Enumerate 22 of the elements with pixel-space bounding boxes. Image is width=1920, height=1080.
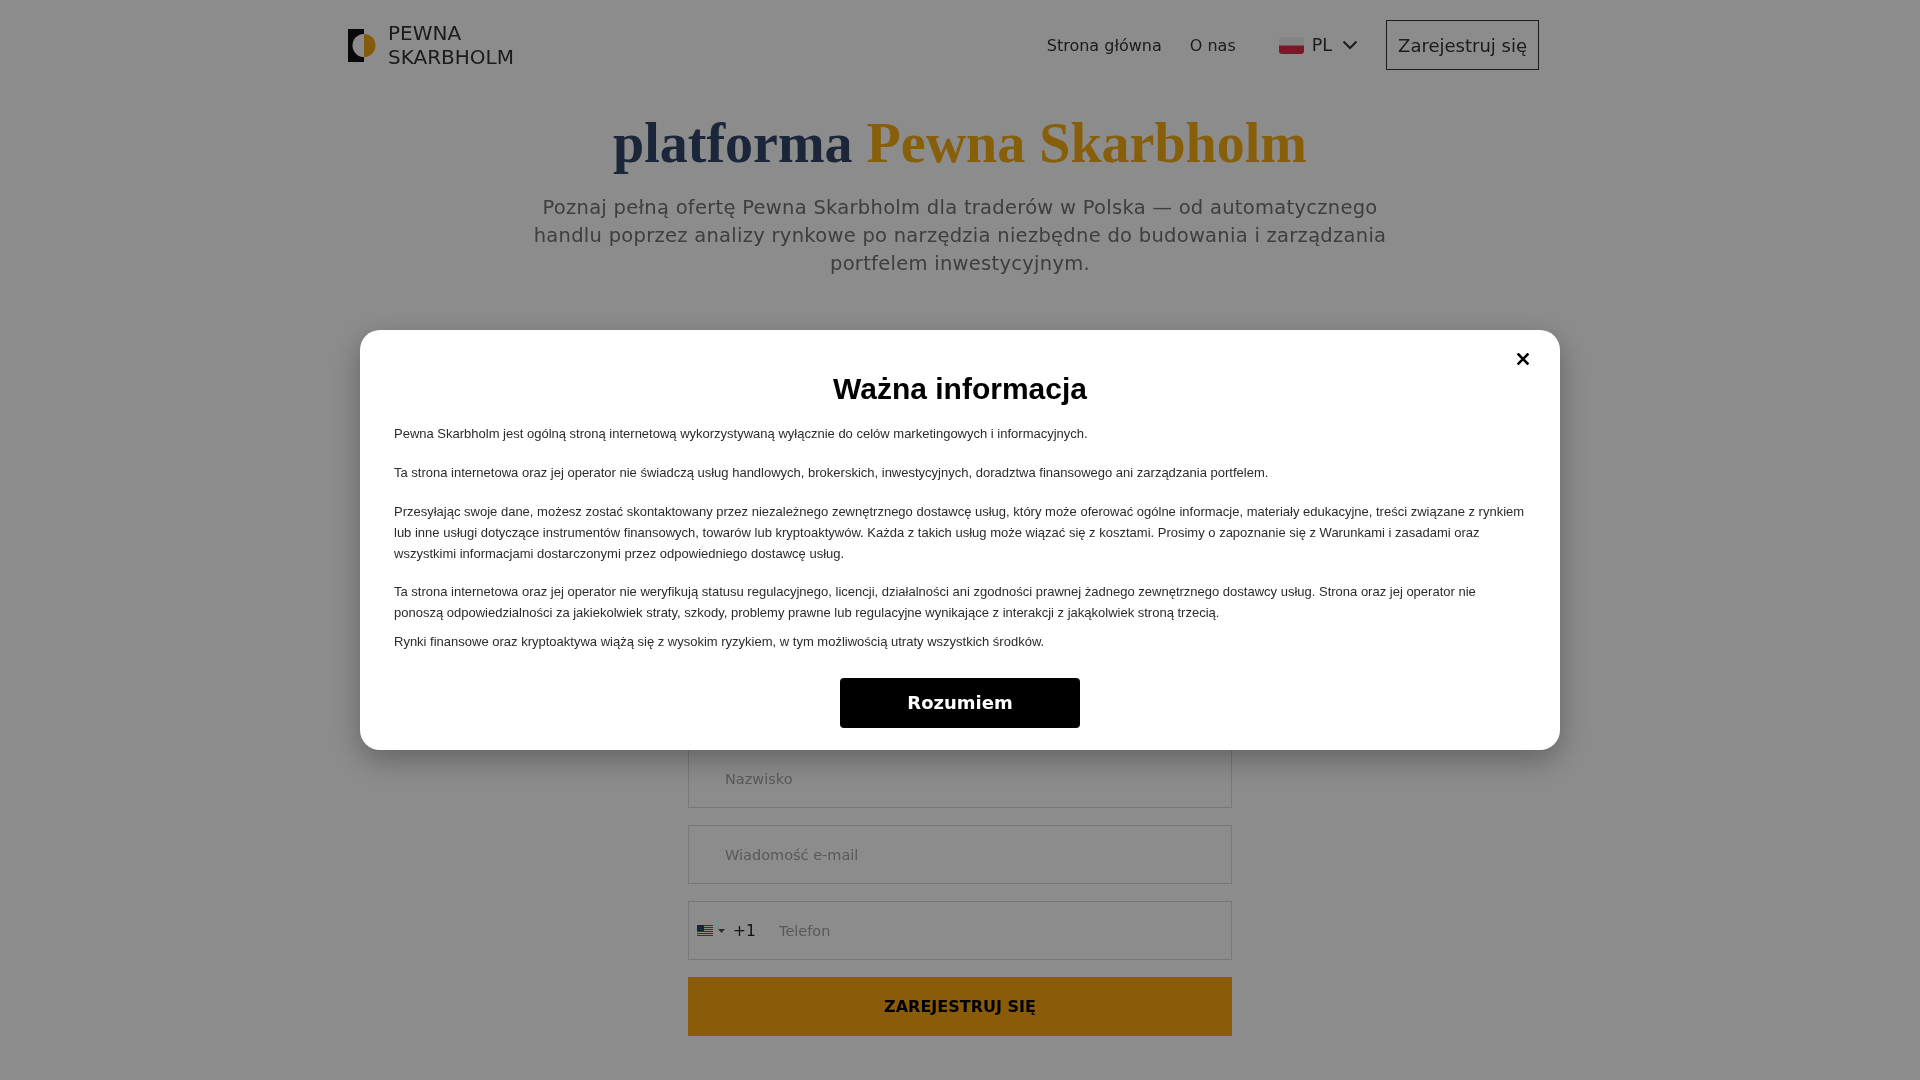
dialog-paragraph: Przesyłając swoje dane, możesz zostać skontaktowany przez niezależnego zewnętrznego dostawcę usług, który może oferować ogólne informacje, materiały edukacyjne, treści związane z rynkiem lub inne usługi dotyczące instrumentów finansowych, towarów lub kryptoaktywów. Każda z takich usług może wiązać się z kosztami. Prosimy o zapoznanie się z Warunkami i zasadami oraz wszystkimi informacjami dostarczonymi przez odpowiedniego dostawcę usług. <box>394 502 1526 563</box>
nav-link[interactable]: O nas <box>1189 35 1236 55</box>
nav-link[interactable]: Strona główna <box>1046 35 1162 55</box>
country-code-selector[interactable]: +1 <box>689 902 762 960</box>
dialog-paragraph: Ta strona internetowa oraz jej operator nie świadczą usług handlowych, brokerskich, inwestycyjnych, doradztwa finansowego ani zarządzania portfelem. <box>394 464 1270 483</box>
dialog-paragraph: Ta strona internetowa oraz jej operator nie weryfikują statusu regulacyjnego, licencji, działalności ani zgodności prawnej żadnego zewnętrznego dostawcy usług. Strona oraz jej operator nie ponoszą odpowiedzialności za jakiekolwiek straty, szkody, problemy prawne lub regulacyjne wynikające z interakcji z jakąkolwiek stroną trzecią. <box>394 583 1477 623</box>
hero-subtitle: Poznaj pełną ofertę Pewna Skarbholm dla traderów w Polska — od automatycznego handlu poprzez analizy rynkowe po narzędzia niezbędne do budowania i zarządzania portfelem inwestycyjnym. <box>532 195 1388 278</box>
dialog-paragraph: Pewna Skarbholm jest ogólną stroną internetową wykorzystywaną wyłącznie do celów marketingowych i informacyjnych. <box>394 425 1089 444</box>
confirm-button[interactable]: Rozumiem <box>840 677 1080 728</box>
submit-button[interactable]: ZAREJESTRUJ SIĘ <box>688 977 1232 1037</box>
close-icon <box>1517 353 1529 366</box>
dialog-title: Ważna informacja <box>833 371 1087 408</box>
chevron-down-icon <box>1342 40 1359 50</box>
caret-down-icon <box>718 928 725 933</box>
logo-text[interactable]: PEWNA SKARBHOLM <box>388 21 538 69</box>
logo-icon <box>348 28 376 62</box>
flag-icon <box>1278 36 1304 54</box>
page-title: platforma Pewna Skarbholm <box>613 111 1307 176</box>
register-button[interactable]: Zarejestruj się <box>1386 20 1539 70</box>
flag-icon <box>697 925 713 937</box>
language-selector[interactable]: PL <box>1278 35 1359 55</box>
dialog-paragraph: Rynki finansowe oraz kryptoaktywa wiążą się z wysokim ryzykiem, w tym możliwością utraty wszystkich środków. <box>394 632 1046 651</box>
